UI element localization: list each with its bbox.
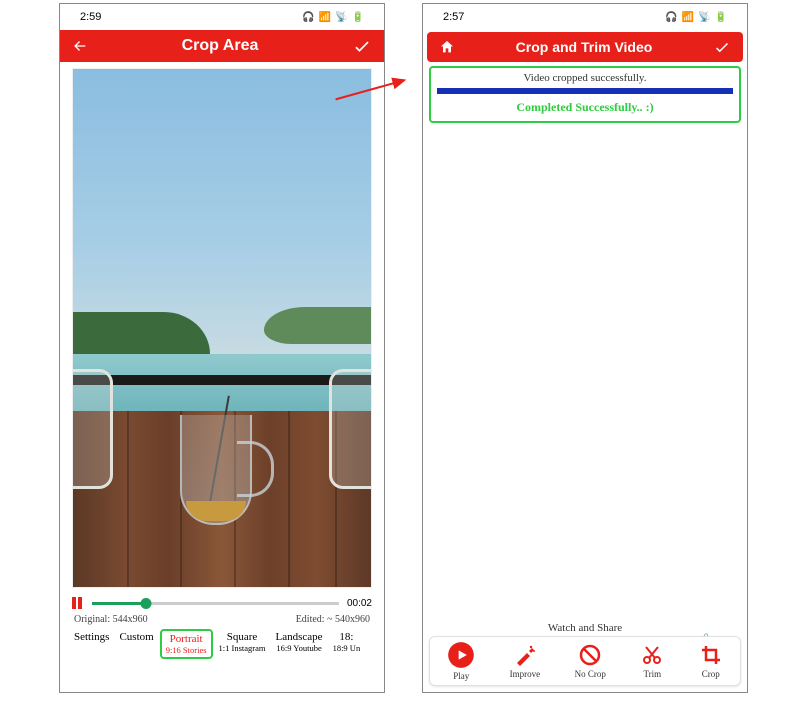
ratio-sub: 18:9 Un [333,643,361,653]
action-label: Crop [702,669,720,679]
header-bar: Crop and Trim Video [427,32,743,62]
progress-bar [437,88,733,94]
ratio-sub: 16:9 Youtube [276,643,323,653]
status-icons: 🎧 📶 📡 🔋 [665,12,727,23]
headphone-icon: 🎧 [302,12,314,23]
pause-icon[interactable] [72,597,84,609]
back-icon[interactable] [72,38,88,54]
video-preview [72,68,372,588]
ratio-label: Settings [74,631,109,643]
nocrop-button[interactable]: No Crop [575,643,606,679]
seek-slider[interactable] [92,602,339,605]
wifi-icon: 📶 [319,12,331,23]
crop-button[interactable]: Crop [699,643,723,679]
aspect-ratio-row: Settings Custom Portrait 9:16 Stories Sq… [60,625,384,661]
status-bar: 2:57 🎧 📶 📡 🔋 [423,4,747,30]
elapsed-time: 00:02 [347,598,372,609]
improve-button[interactable]: Improve [510,643,541,679]
battery-icon: 🔋 [715,12,727,23]
video-preview-area[interactable] [60,62,384,592]
action-label: No Crop [575,669,606,679]
headphone-icon: 🎧 [665,12,677,23]
success-box: Video cropped successfully. Completed Su… [429,66,741,123]
ratio-landscape[interactable]: Landscape 16:9 Youtube [272,629,327,655]
ratio-label: Square [227,631,258,643]
phone-right: 2:57 🎧 📶 📡 🔋 Crop and Trim Video Video c… [422,3,748,693]
ratio-label: Portrait [170,633,203,645]
ratio-square[interactable]: Square 1:1 Instagram [215,629,270,655]
action-label: Trim [643,669,661,679]
action-row: Play Improve No Crop Trim Crop [429,636,741,686]
header-title: Crop and Trim Video [455,39,713,55]
wifi-icon: 📶 [682,12,694,23]
status-time: 2:59 [80,11,101,23]
dimensions-row: Original: 544x960 Edited: ~ 540x960 [60,614,384,625]
playback-row: 00:02 [60,592,384,614]
signal-icon: 📡 [335,12,347,23]
original-dimensions: Original: 544x960 [74,614,148,625]
status-time: 2:57 [443,11,464,23]
ratio-settings[interactable]: Settings [70,629,113,645]
ratio-sub: 1:1 Instagram [219,643,266,653]
ratio-custom[interactable]: Custom [115,629,157,645]
completed-message: Completed Successfully.. :) [437,100,733,115]
battery-icon: 🔋 [352,12,364,23]
ratio-label: Custom [119,631,153,643]
home-icon[interactable] [439,39,455,55]
phone-left: 2:59 🎧 📶 📡 🔋 Crop Area [59,3,385,693]
confirm-icon[interactable] [713,38,731,56]
signal-icon: 📡 [698,12,710,23]
ratio-label: Landscape [276,631,323,643]
status-icons: 🎧 📶 📡 🔋 [302,12,364,23]
confirm-icon[interactable] [352,36,372,56]
ratio-more[interactable]: 18: 18:9 Un [329,629,365,655]
watch-share-label: Watch and Share [423,622,747,634]
status-bar: 2:59 🎧 📶 📡 🔋 [60,4,384,30]
ratio-portrait[interactable]: Portrait 9:16 Stories [160,629,213,659]
trim-button[interactable]: Trim [640,643,664,679]
cropped-message: Video cropped successfully. [437,72,733,84]
play-button[interactable]: Play [447,641,475,681]
action-label: Play [453,671,469,681]
ratio-sub: 9:16 Stories [166,645,207,655]
ratio-label: 18: [339,631,353,643]
header-title: Crop Area [88,37,352,55]
header-bar: Crop Area [60,30,384,62]
action-label: Improve [510,669,541,679]
edited-dimensions: Edited: ~ 540x960 [296,614,370,625]
